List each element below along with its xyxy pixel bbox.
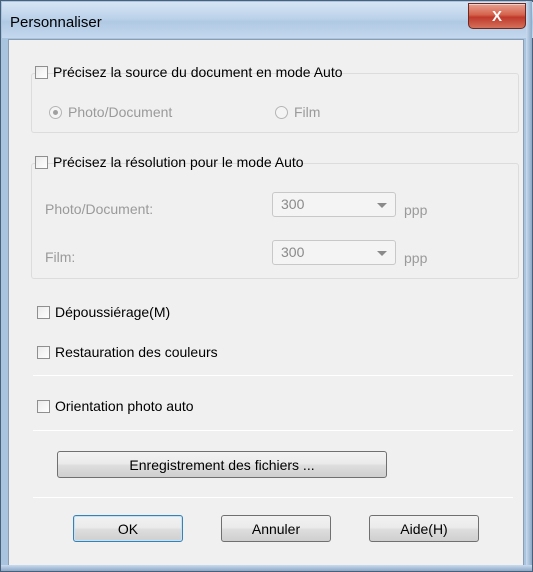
auto-orientation-checkbox[interactable] bbox=[37, 399, 50, 413]
radio-film-label: Film bbox=[294, 104, 321, 120]
separator-2 bbox=[33, 430, 513, 431]
radio-photo-document-indicator[interactable] bbox=[49, 105, 62, 119]
dialog-window: Personnaliser X Précisez la source du do… bbox=[0, 0, 533, 572]
resolution-checkbox[interactable] bbox=[35, 155, 48, 169]
cancel-button[interactable]: Annuler bbox=[221, 515, 331, 542]
window-title: Personnaliser bbox=[10, 14, 102, 31]
chevron-down-icon bbox=[377, 251, 387, 256]
dust-removal-label: Dépoussiérage(M) bbox=[55, 304, 171, 320]
separator-1 bbox=[33, 375, 513, 376]
close-button[interactable]: X bbox=[468, 3, 526, 29]
photo-document-resolution-value: 300 bbox=[281, 196, 305, 212]
resolution-checkbox-label: Précisez la résolution pour le mode Auto bbox=[53, 154, 304, 170]
film-unit: ppp bbox=[404, 250, 428, 266]
file-save-button[interactable]: Enregistrement des fichiers ... bbox=[57, 451, 387, 478]
ok-button[interactable]: OK bbox=[73, 515, 183, 542]
window-border-bottom bbox=[1, 565, 532, 571]
window-border-right bbox=[526, 1, 532, 571]
dust-removal-row[interactable]: Dépoussiérage(M) bbox=[37, 304, 170, 320]
radio-photo-document[interactable]: Photo/Document bbox=[49, 104, 172, 120]
chevron-down-icon bbox=[377, 203, 387, 208]
source-group bbox=[31, 73, 519, 133]
color-restoration-label: Restauration des couleurs bbox=[55, 344, 218, 360]
dialog-body: Précisez la source du document en mode A… bbox=[8, 39, 524, 567]
dust-removal-checkbox[interactable] bbox=[37, 305, 50, 319]
photo-document-unit: ppp bbox=[404, 202, 428, 218]
photo-document-resolution-select[interactable]: 300 bbox=[272, 192, 396, 217]
source-checkbox[interactable] bbox=[35, 65, 48, 79]
radio-film[interactable]: Film bbox=[275, 104, 320, 120]
radio-film-indicator[interactable] bbox=[275, 105, 288, 119]
auto-orientation-label: Orientation photo auto bbox=[55, 398, 194, 414]
source-checkbox-row[interactable]: Précisez la source du document en mode A… bbox=[35, 64, 343, 80]
help-button[interactable]: Aide(H) bbox=[369, 515, 479, 542]
title-bar[interactable]: Personnaliser X bbox=[2, 2, 533, 38]
radio-photo-document-label: Photo/Document bbox=[68, 104, 173, 120]
film-resolution-select[interactable]: 300 bbox=[272, 240, 396, 265]
color-restoration-checkbox[interactable] bbox=[37, 345, 50, 359]
close-icon: X bbox=[491, 7, 502, 25]
film-resolution-value: 300 bbox=[281, 244, 305, 260]
color-restoration-row[interactable]: Restauration des couleurs bbox=[37, 344, 218, 360]
photo-document-resolution-label: Photo/Document: bbox=[45, 201, 154, 217]
separator-3 bbox=[33, 497, 513, 498]
resolution-checkbox-row[interactable]: Précisez la résolution pour le mode Auto bbox=[35, 154, 304, 170]
film-resolution-label: Film: bbox=[45, 249, 76, 265]
auto-orientation-row[interactable]: Orientation photo auto bbox=[37, 398, 194, 414]
source-checkbox-label: Précisez la source du document en mode A… bbox=[53, 64, 343, 80]
